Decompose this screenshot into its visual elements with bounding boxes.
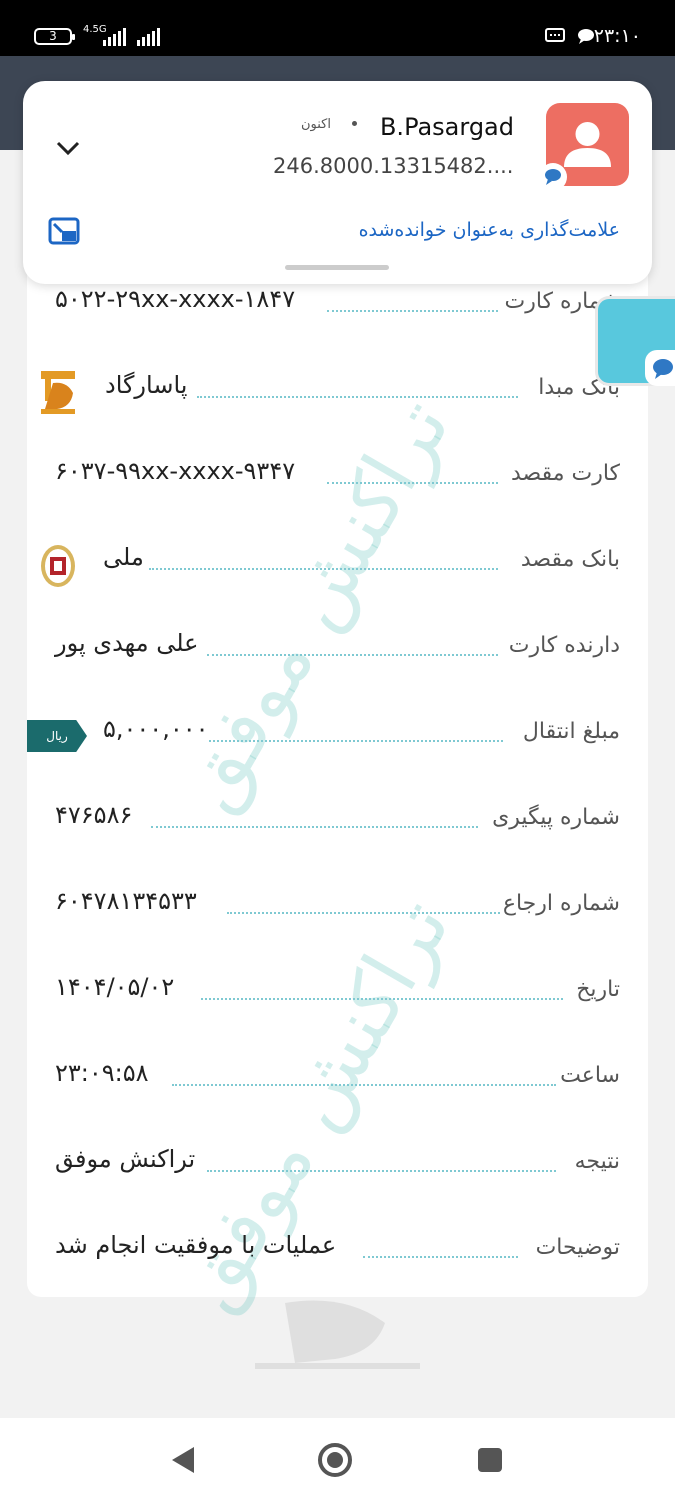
row-value: ۶۰۳۷-۹۹xx-xxxx-۹۳۴۷ [55, 457, 296, 485]
row-value: ۲۳:۰۹:۵۸ [55, 1059, 149, 1087]
dotted-separator [207, 654, 498, 656]
row-label: دارنده کارت [508, 633, 620, 658]
row-value: ۵۰۲۲-۲۹xx-xxxx-۱۸۴۷ [55, 285, 296, 313]
notification-popup[interactable]: B.Pasargad اکنون 246.8000.13315482.... ع… [23, 81, 652, 284]
home-icon[interactable] [317, 1442, 353, 1478]
row-label: توضیحات [535, 1235, 620, 1260]
dotted-separator [149, 568, 498, 570]
watermark: تراکنش موفق [161, 385, 468, 825]
receipt-card: تراکنش موفق تراکنش موفق شماره کارت ۵۰۲۲-… [27, 140, 648, 1325]
chat-bubble-icon [545, 169, 561, 185]
chat-bubble-icon [653, 359, 673, 379]
dotted-separator [327, 310, 498, 312]
signal-icon [137, 28, 160, 46]
back-icon[interactable] [170, 1445, 196, 1475]
clock: ۲۳:۱۰ [593, 25, 641, 47]
currency-badge: ریال [27, 720, 87, 752]
dotted-separator [151, 826, 478, 828]
row-destination-bank: بانک مقصد ملی [27, 541, 648, 581]
row-result: نتیجه تراکنش موفق [27, 1143, 648, 1183]
chevron-down-icon[interactable] [53, 133, 83, 163]
row-card-number: شماره کارت ۵۰۲۲-۲۹xx-xxxx-۱۸۴۷ [27, 283, 648, 323]
separator-dot [352, 121, 357, 126]
message-icon [545, 28, 565, 42]
dotted-separator [201, 998, 563, 1000]
row-source-bank: بانک مبدا پاسارگاد [27, 369, 648, 409]
row-value: ۱۴۰۴/۰۵/۰۲ [55, 973, 175, 1001]
row-transfer-amount: مبلغ انتقال ۵,۰۰۰,۰۰۰ [27, 713, 648, 753]
pasargad-bank-logo [41, 371, 75, 414]
row-date: تاریخ ۱۴۰۴/۰۵/۰۲ [27, 971, 648, 1011]
row-label: بانک مقصد [520, 547, 620, 572]
row-value: عملیات با موفقیت انجام شد [55, 1231, 337, 1259]
drag-handle[interactable] [285, 265, 389, 270]
chat-bubble-badge [645, 350, 675, 386]
row-label: کارت مقصد [510, 461, 620, 486]
row-value: پاسارگاد [105, 371, 188, 399]
recents-icon[interactable] [477, 1447, 503, 1473]
row-label: ساعت [560, 1063, 620, 1088]
dotted-separator [209, 740, 503, 742]
row-reference-number: شماره ارجاع ۶۰۴۷۸۱۳۴۵۳۳ [27, 885, 648, 925]
row-value: ۵,۰۰۰,۰۰۰ [103, 715, 209, 743]
row-label: نتیجه [574, 1149, 620, 1174]
mark-as-read-button[interactable]: علامت‌گذاری به‌عنوان خوانده‌شده [359, 219, 620, 241]
row-time: ساعت ۲۳:۰۹:۵۸ [27, 1057, 648, 1097]
row-value: علی مهدی پور [55, 629, 199, 657]
row-label: تاریخ [576, 977, 620, 1002]
dotted-separator [197, 396, 518, 398]
row-label: مبلغ انتقال [522, 719, 620, 744]
melli-bank-logo [41, 545, 75, 587]
battery-icon: 3 [34, 28, 75, 45]
battery-level: 3 [49, 29, 57, 43]
dotted-separator [227, 912, 500, 914]
row-value: ۴۷۶۵۸۶ [55, 801, 133, 829]
notification-sender: B.Pasargad [379, 113, 514, 141]
dotted-separator [363, 1256, 518, 1258]
row-label: شماره پیگیری [492, 805, 620, 830]
notification-time: اکنون [301, 117, 331, 132]
status-bar: 3 4.5G ۲۳:۱۰ [0, 0, 675, 56]
row-description: توضیحات عملیات با موفقیت انجام شد [27, 1229, 648, 1269]
dotted-separator [207, 1170, 556, 1172]
dotted-separator [327, 482, 498, 484]
row-value: ۶۰۴۷۸۱۳۴۵۳۳ [55, 887, 197, 915]
footer-logo-watermark [255, 1300, 420, 1369]
message-badge [539, 163, 567, 191]
dotted-separator [172, 1084, 556, 1086]
row-value: ملی [103, 543, 144, 571]
row-tracking-number: شماره پیگیری ۴۷۶۵۸۶ [27, 799, 648, 839]
signal-icon [103, 28, 126, 46]
open-in-window-icon[interactable] [48, 217, 82, 247]
row-card-holder: دارنده کارت علی مهدی پور [27, 627, 648, 667]
row-value: تراکنش موفق [55, 1145, 196, 1173]
row-destination-card: کارت مقصد ۶۰۳۷-۹۹xx-xxxx-۹۳۴۷ [27, 455, 648, 495]
navigation-bar [0, 1418, 675, 1500]
notification-body: 246.8000.13315482.... [273, 154, 514, 178]
row-label: شماره ارجاع [502, 891, 620, 916]
